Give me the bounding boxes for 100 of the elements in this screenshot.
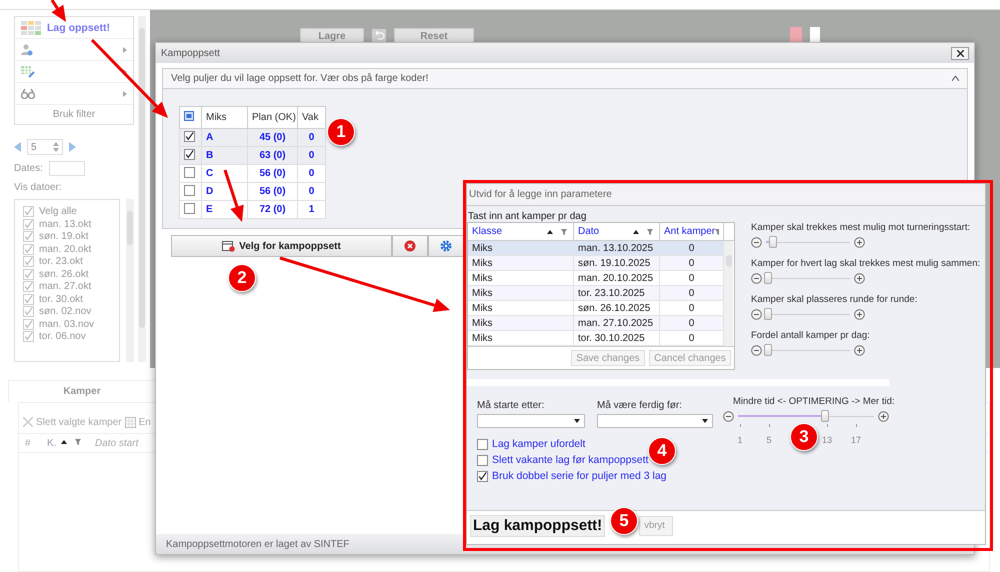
column-header[interactable]: Dato — [574, 223, 660, 240]
select-all-icon[interactable] — [184, 111, 194, 121]
scrollbar[interactable] — [126, 199, 134, 362]
binoculars-icon[interactable] — [21, 88, 35, 98]
field-label: Dates: — [14, 163, 43, 174]
checkbox[interactable] — [23, 294, 34, 304]
plus-icon[interactable] — [854, 272, 865, 284]
cancel-button[interactable] — [392, 235, 428, 257]
table-row[interactable]: Miks søn. 26.10.2025 0 — [468, 301, 724, 316]
sort-filter-icon[interactable] — [61, 438, 83, 446]
checkbox-label[interactable]: Lag kamper ufordelt — [492, 438, 586, 450]
section-title: Velg puljer du vil lage oppsett for. Vær obs på farge koder! — [171, 73, 428, 84]
grid-icon[interactable] — [21, 20, 41, 34]
checkbox[interactable] — [23, 318, 34, 330]
checkbox[interactable] — [477, 454, 488, 466]
plus-icon[interactable] — [854, 344, 865, 356]
checkbox[interactable] — [23, 244, 34, 254]
checkbox[interactable] — [23, 281, 34, 292]
checkbox[interactable] — [184, 130, 195, 142]
cancel-icon — [404, 240, 416, 252]
input-field[interactable] — [48, 161, 85, 176]
scrollbar[interactable] — [138, 16, 146, 362]
tick-label: 5 — [766, 435, 772, 445]
date-label: tor. 06.nov — [39, 331, 86, 342]
slider-thumb[interactable] — [821, 410, 830, 422]
table-row[interactable]: Miks tor. 30.10.2025 0 — [468, 331, 724, 346]
panel-title[interactable]: Utvid for å legge inn parametere — [467, 184, 985, 206]
close-icon[interactable] — [23, 417, 33, 427]
undo-icon[interactable] — [372, 29, 386, 43]
checkbox[interactable] — [23, 218, 34, 230]
checkbox-label[interactable]: Bruk dobbel serie for puljer med 3 lag — [492, 470, 667, 482]
collapse-icon[interactable] — [952, 76, 959, 81]
grid-edit-icon[interactable] — [21, 66, 35, 78]
table-row[interactable]: Miks man. 27.10.2025 0 — [468, 316, 724, 331]
dialog-title: Kampoppsett — [161, 48, 220, 58]
slider-track[interactable] — [766, 236, 850, 248]
next-icon[interactable] — [69, 142, 76, 152]
checkbox[interactable] — [23, 306, 34, 317]
plus-icon[interactable] — [878, 410, 889, 422]
slider-thumb[interactable] — [768, 236, 777, 248]
checkbox[interactable] — [477, 438, 488, 450]
checkbox[interactable] — [23, 231, 34, 242]
column-header: # — [24, 438, 32, 448]
table-row[interactable]: Miks tor. 23.10.2025 0 — [468, 286, 724, 301]
minus-icon[interactable] — [723, 410, 734, 422]
number-spinner[interactable]: 5 — [27, 139, 63, 155]
table-cell: 0 — [298, 146, 326, 164]
checkbox[interactable] — [23, 331, 34, 342]
minus-icon[interactable] — [751, 236, 762, 248]
table-row[interactable]: Miks søn. 19.10.2025 0 — [468, 256, 724, 271]
checkbox[interactable] — [184, 148, 195, 160]
table-row[interactable]: Miks man. 20.10.2025 0 — [468, 271, 724, 286]
column-header[interactable]: Ant kamper — [660, 223, 724, 240]
user-icon[interactable] — [21, 44, 33, 56]
scrollbar[interactable] — [724, 241, 733, 346]
table-icon[interactable] — [124, 416, 136, 428]
slider-track[interactable] — [738, 410, 874, 422]
plus-icon[interactable] — [854, 236, 865, 248]
minus-icon[interactable] — [751, 272, 762, 284]
slider-label: Mindre tid <- OPTIMERING -> Mer tid: — [732, 396, 895, 407]
sort-filter-icon[interactable] — [547, 228, 569, 236]
slider-track[interactable] — [766, 272, 850, 284]
arrow — [50, 0, 66, 22]
settings-button[interactable] — [428, 235, 464, 257]
previous-icon[interactable] — [14, 142, 21, 152]
slider-thumb[interactable] — [764, 272, 772, 284]
slider-label: Kamper skal plasseres runde for runde: — [751, 294, 918, 305]
slider-track[interactable] — [766, 308, 850, 320]
menu-item[interactable]: Lag oppsett! — [47, 22, 110, 34]
close-button[interactable] — [951, 46, 969, 60]
minus-icon[interactable] — [751, 344, 762, 356]
run-button[interactable]: Lag kampoppsett! — [470, 514, 606, 536]
checkbox[interactable] — [477, 470, 488, 482]
filter-icon[interactable] — [715, 228, 719, 236]
minus-icon[interactable] — [751, 308, 762, 320]
checkbox[interactable] — [23, 268, 34, 280]
slider-label: Kamper skal trekkes mest mulig mot turneringsstart: — [751, 222, 972, 233]
slider-thumb[interactable] — [764, 344, 772, 356]
checkbox-label[interactable]: Slett vakante lag før kampoppsett — [492, 454, 648, 466]
date-label: man. 03.nov — [39, 318, 94, 330]
calendar-icon — [222, 240, 236, 252]
dropdown-arrow-icon[interactable] — [574, 419, 580, 423]
dropdown-arrow-icon[interactable] — [702, 419, 708, 423]
caret-icon — [123, 46, 127, 52]
checkbox[interactable] — [184, 166, 195, 178]
date-label: Velg alle — [39, 206, 77, 217]
column-header[interactable]: Klasse — [468, 223, 574, 240]
tick-label: 1 — [738, 435, 742, 445]
table-row[interactable]: Miks man. 13.10.2025 0 — [468, 241, 724, 256]
checkbox[interactable] — [184, 184, 195, 196]
select-button[interactable]: Velg for kampoppsett — [171, 235, 392, 257]
checkbox[interactable] — [184, 202, 195, 214]
sort-filter-icon[interactable] — [633, 228, 655, 236]
close-icon — [956, 50, 964, 56]
plus-icon[interactable] — [854, 308, 865, 320]
slider-track[interactable] — [766, 344, 850, 356]
slider-thumb[interactable] — [764, 308, 772, 320]
table-cell: 45 (0) — [248, 128, 298, 146]
checkbox[interactable] — [23, 206, 34, 217]
checkbox[interactable] — [23, 256, 34, 267]
